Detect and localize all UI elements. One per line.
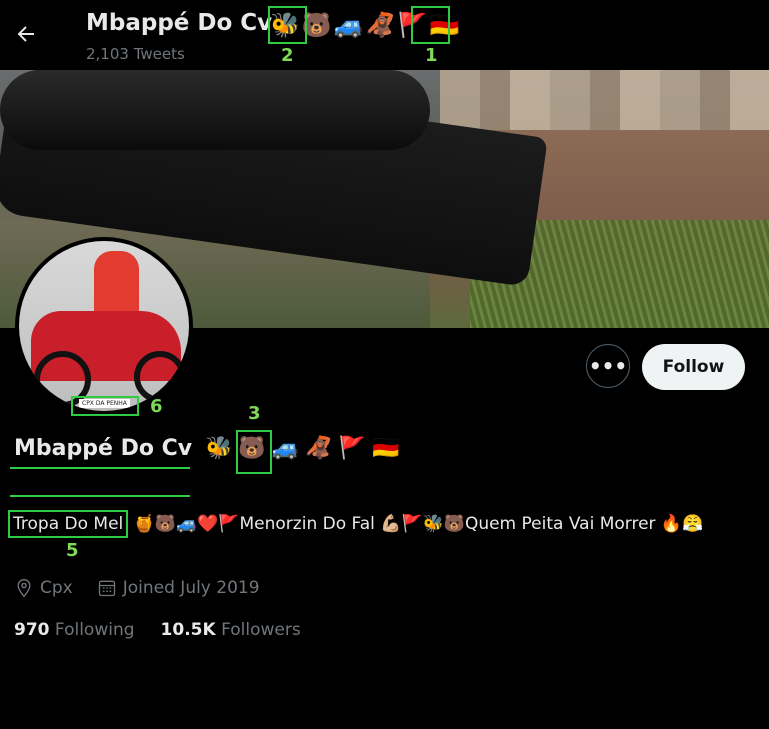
- profile-header: Mbappé Do Cv 🐝 🐻 🚙 🦧 🚩 🇩🇪 2,103 Tweets: [0, 0, 769, 70]
- germany-flag-icon: 🇩🇪: [372, 436, 400, 461]
- calendar-icon: [98, 580, 115, 597]
- bio-highlight: Tropa Do Mel: [8, 510, 129, 538]
- back-arrow-icon[interactable]: [14, 22, 38, 46]
- profile-bio: Tropa Do Mel 🍯🐻🚙❤️🚩Menorzin Do Fal 💪🏼🚩🐝🐻…: [8, 510, 754, 538]
- car-icon: 🚙: [271, 436, 300, 461]
- profile-stats: 970 Following 10.5K Followers: [14, 620, 301, 640]
- followers-link[interactable]: 10.5K Followers: [161, 620, 301, 640]
- annotation-box-3: [236, 430, 272, 474]
- following-count: 970: [14, 620, 50, 640]
- bio-text: 🍯🐻🚙❤️🚩Menorzin Do Fal 💪🏼🚩🐝🐻Quem Peita Va…: [133, 514, 704, 534]
- annotation-box-1: [411, 6, 450, 44]
- orangutan-icon: 🦧: [305, 436, 333, 461]
- annotation-label-2: 2: [281, 45, 294, 66]
- annotation-underline-name: [10, 467, 190, 469]
- profile-avatar[interactable]: CPX DA PENHA: [15, 237, 193, 415]
- annotation-underline-handle: [10, 495, 190, 497]
- avatar-photo: CPX DA PENHA: [19, 241, 189, 411]
- more-options-button[interactable]: •••: [586, 344, 630, 388]
- followers-label: Followers: [221, 620, 301, 640]
- orangutan-icon: 🦧: [365, 11, 396, 39]
- annotation-box-2: [268, 6, 307, 44]
- annotation-label-5: 5: [66, 540, 79, 561]
- follow-button[interactable]: Follow: [642, 344, 745, 390]
- profile-meta: Cpx Joined July 2019: [14, 578, 260, 598]
- bee-icon: 🐝: [205, 436, 233, 461]
- tweet-count: 2,103 Tweets: [86, 45, 185, 63]
- following-link[interactable]: 970 Following: [14, 620, 135, 640]
- banner-scope: [0, 70, 430, 150]
- annotation-label-6: 6: [150, 396, 163, 417]
- annotation-label-3: 3: [248, 403, 261, 424]
- annotation-label-1: 1: [425, 45, 438, 66]
- red-flag-icon: 🚩: [338, 436, 367, 461]
- joined-date: Joined July 2019: [122, 578, 260, 598]
- location-text: Cpx: [40, 578, 73, 598]
- annotation-box-6: [71, 396, 139, 416]
- profile-name-emojis: 🐝 🐻 🚙 🦧 🚩 🇩🇪: [205, 436, 399, 461]
- header-display-name: Mbappé Do Cv: [86, 10, 273, 36]
- car-icon: 🚙: [333, 11, 364, 39]
- followers-count: 10.5K: [160, 620, 216, 640]
- profile-display-name: Mbappé Do Cv: [14, 436, 193, 461]
- location-pin-icon: [17, 578, 31, 598]
- following-label: Following: [54, 620, 135, 640]
